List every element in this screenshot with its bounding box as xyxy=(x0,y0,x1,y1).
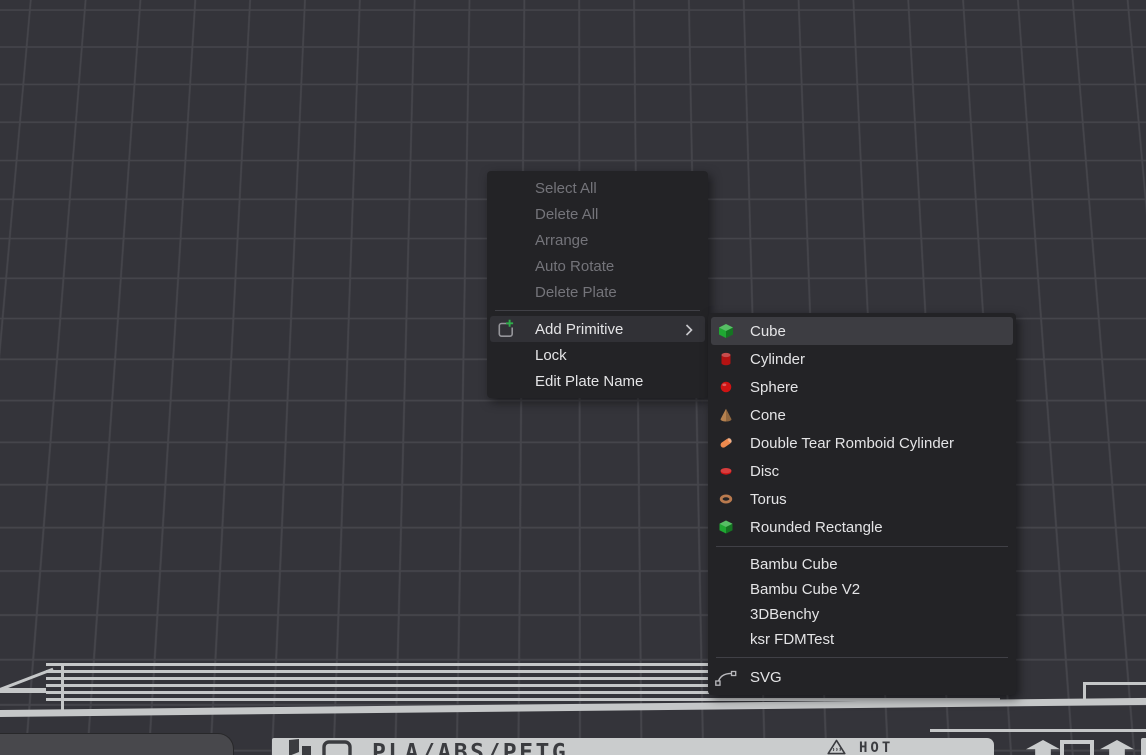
plate-edge-line xyxy=(930,729,1146,732)
plate-square-mark xyxy=(1060,740,1094,755)
submenu-item-label: Double Tear Romboid Cylinder xyxy=(750,435,954,452)
submenu-item-torus[interactable]: Torus xyxy=(708,485,1016,513)
build-plate-edge: PLA/ABS/PETG HOT xyxy=(272,738,994,755)
submenu-item-disc[interactable]: Disc xyxy=(708,457,1016,485)
plate-edge-line xyxy=(1083,682,1086,703)
add-primitive-submenu: Cube Cylinder Sphere xyxy=(708,313,1016,695)
menu-item-label: Auto Rotate xyxy=(535,258,614,275)
menu-item-arrange[interactable]: Arrange xyxy=(487,227,708,253)
submenu-item-label: Disc xyxy=(750,463,779,480)
menu-item-label: Delete All xyxy=(535,206,598,223)
submenu-item-label: ksr FDMTest xyxy=(750,631,834,648)
submenu-item-label: Rounded Rectangle xyxy=(750,519,883,536)
plate-edge-line xyxy=(1083,682,1146,685)
cube-icon xyxy=(718,323,734,339)
menu-item-add-primitive[interactable]: Add Primitive xyxy=(490,316,705,342)
menu-item-label: Edit Plate Name xyxy=(535,373,643,390)
menu-item-label: Delete Plate xyxy=(535,284,617,301)
menu-item-label: Add Primitive xyxy=(535,321,623,338)
menu-separator xyxy=(716,546,1008,547)
submenu-item-cylinder[interactable]: Cylinder xyxy=(708,345,1016,373)
menu-item-label: Select All xyxy=(535,180,597,197)
submenu-item-cube[interactable]: Cube xyxy=(711,317,1013,345)
plate-edge-line xyxy=(1141,738,1146,755)
submenu-item-cone[interactable]: Cone xyxy=(708,401,1016,429)
menu-item-auto-rotate[interactable]: Auto Rotate xyxy=(487,253,708,279)
chevron-right-icon xyxy=(685,323,693,335)
submenu-item-label: Bambu Cube V2 xyxy=(750,581,860,598)
sphere-icon xyxy=(718,379,734,395)
rounded-rectangle-icon xyxy=(718,519,734,535)
bezier-curve-icon xyxy=(715,669,737,686)
submenu-item-label: Bambu Cube xyxy=(750,556,838,573)
submenu-item-label: SVG xyxy=(750,669,782,686)
submenu-item-bambu-cube[interactable]: Bambu Cube xyxy=(708,552,1016,577)
context-menu: Select All Delete All Arrange Auto Rotat… xyxy=(487,171,708,398)
submenu-item-label: Cube xyxy=(750,323,786,340)
menu-item-delete-plate[interactable]: Delete Plate xyxy=(487,279,708,305)
submenu-item-label: Cylinder xyxy=(750,351,805,368)
submenu-item-label: Sphere xyxy=(750,379,798,396)
submenu-item-label: 3DBenchy xyxy=(750,606,819,623)
plate-edge-line xyxy=(0,688,46,693)
plate-frame-icon xyxy=(322,740,352,755)
menu-item-lock[interactable]: Lock xyxy=(487,342,708,368)
hot-warning: HOT xyxy=(826,738,893,755)
plate-material-text: PLA/ABS/PETG xyxy=(372,740,568,755)
menu-item-edit-plate-name[interactable]: Edit Plate Name xyxy=(487,368,708,394)
submenu-item-label: Torus xyxy=(750,491,787,508)
menu-item-label: Lock xyxy=(535,347,567,364)
menu-item-select-all[interactable]: Select All xyxy=(487,175,708,201)
menu-item-label: Arrange xyxy=(535,232,588,249)
torus-icon xyxy=(718,491,734,507)
romboid-cylinder-icon xyxy=(718,435,734,451)
hot-warning-icon xyxy=(826,739,847,755)
submenu-item-sphere[interactable]: Sphere xyxy=(708,373,1016,401)
submenu-item-double-tear-romboid-cylinder[interactable]: Double Tear Romboid Cylinder xyxy=(708,429,1016,457)
submenu-item-label: Cone xyxy=(750,407,786,424)
disc-icon xyxy=(718,463,734,479)
menu-item-delete-all[interactable]: Delete All xyxy=(487,201,708,227)
menu-separator xyxy=(716,657,1008,658)
cylinder-icon xyxy=(718,351,734,367)
menu-separator xyxy=(495,310,700,311)
submenu-item-ksr-fdmtest[interactable]: ksr FDMTest xyxy=(708,627,1016,652)
submenu-item-3dbenchy[interactable]: 3DBenchy xyxy=(708,602,1016,627)
printer-front-panel xyxy=(0,733,234,755)
submenu-item-bambu-cube-v2[interactable]: Bambu Cube V2 xyxy=(708,577,1016,602)
slicer-3d-viewport[interactable]: PLA/ABS/PETG HOT Select All Delete All A… xyxy=(0,0,1146,755)
hot-label: HOT xyxy=(859,740,893,755)
submenu-item-svg[interactable]: SVG xyxy=(708,663,1016,691)
add-primitive-icon xyxy=(495,319,515,339)
cone-icon xyxy=(718,407,734,423)
bambu-logo-icon xyxy=(289,739,315,755)
submenu-item-rounded-rectangle[interactable]: Rounded Rectangle xyxy=(708,513,1016,541)
